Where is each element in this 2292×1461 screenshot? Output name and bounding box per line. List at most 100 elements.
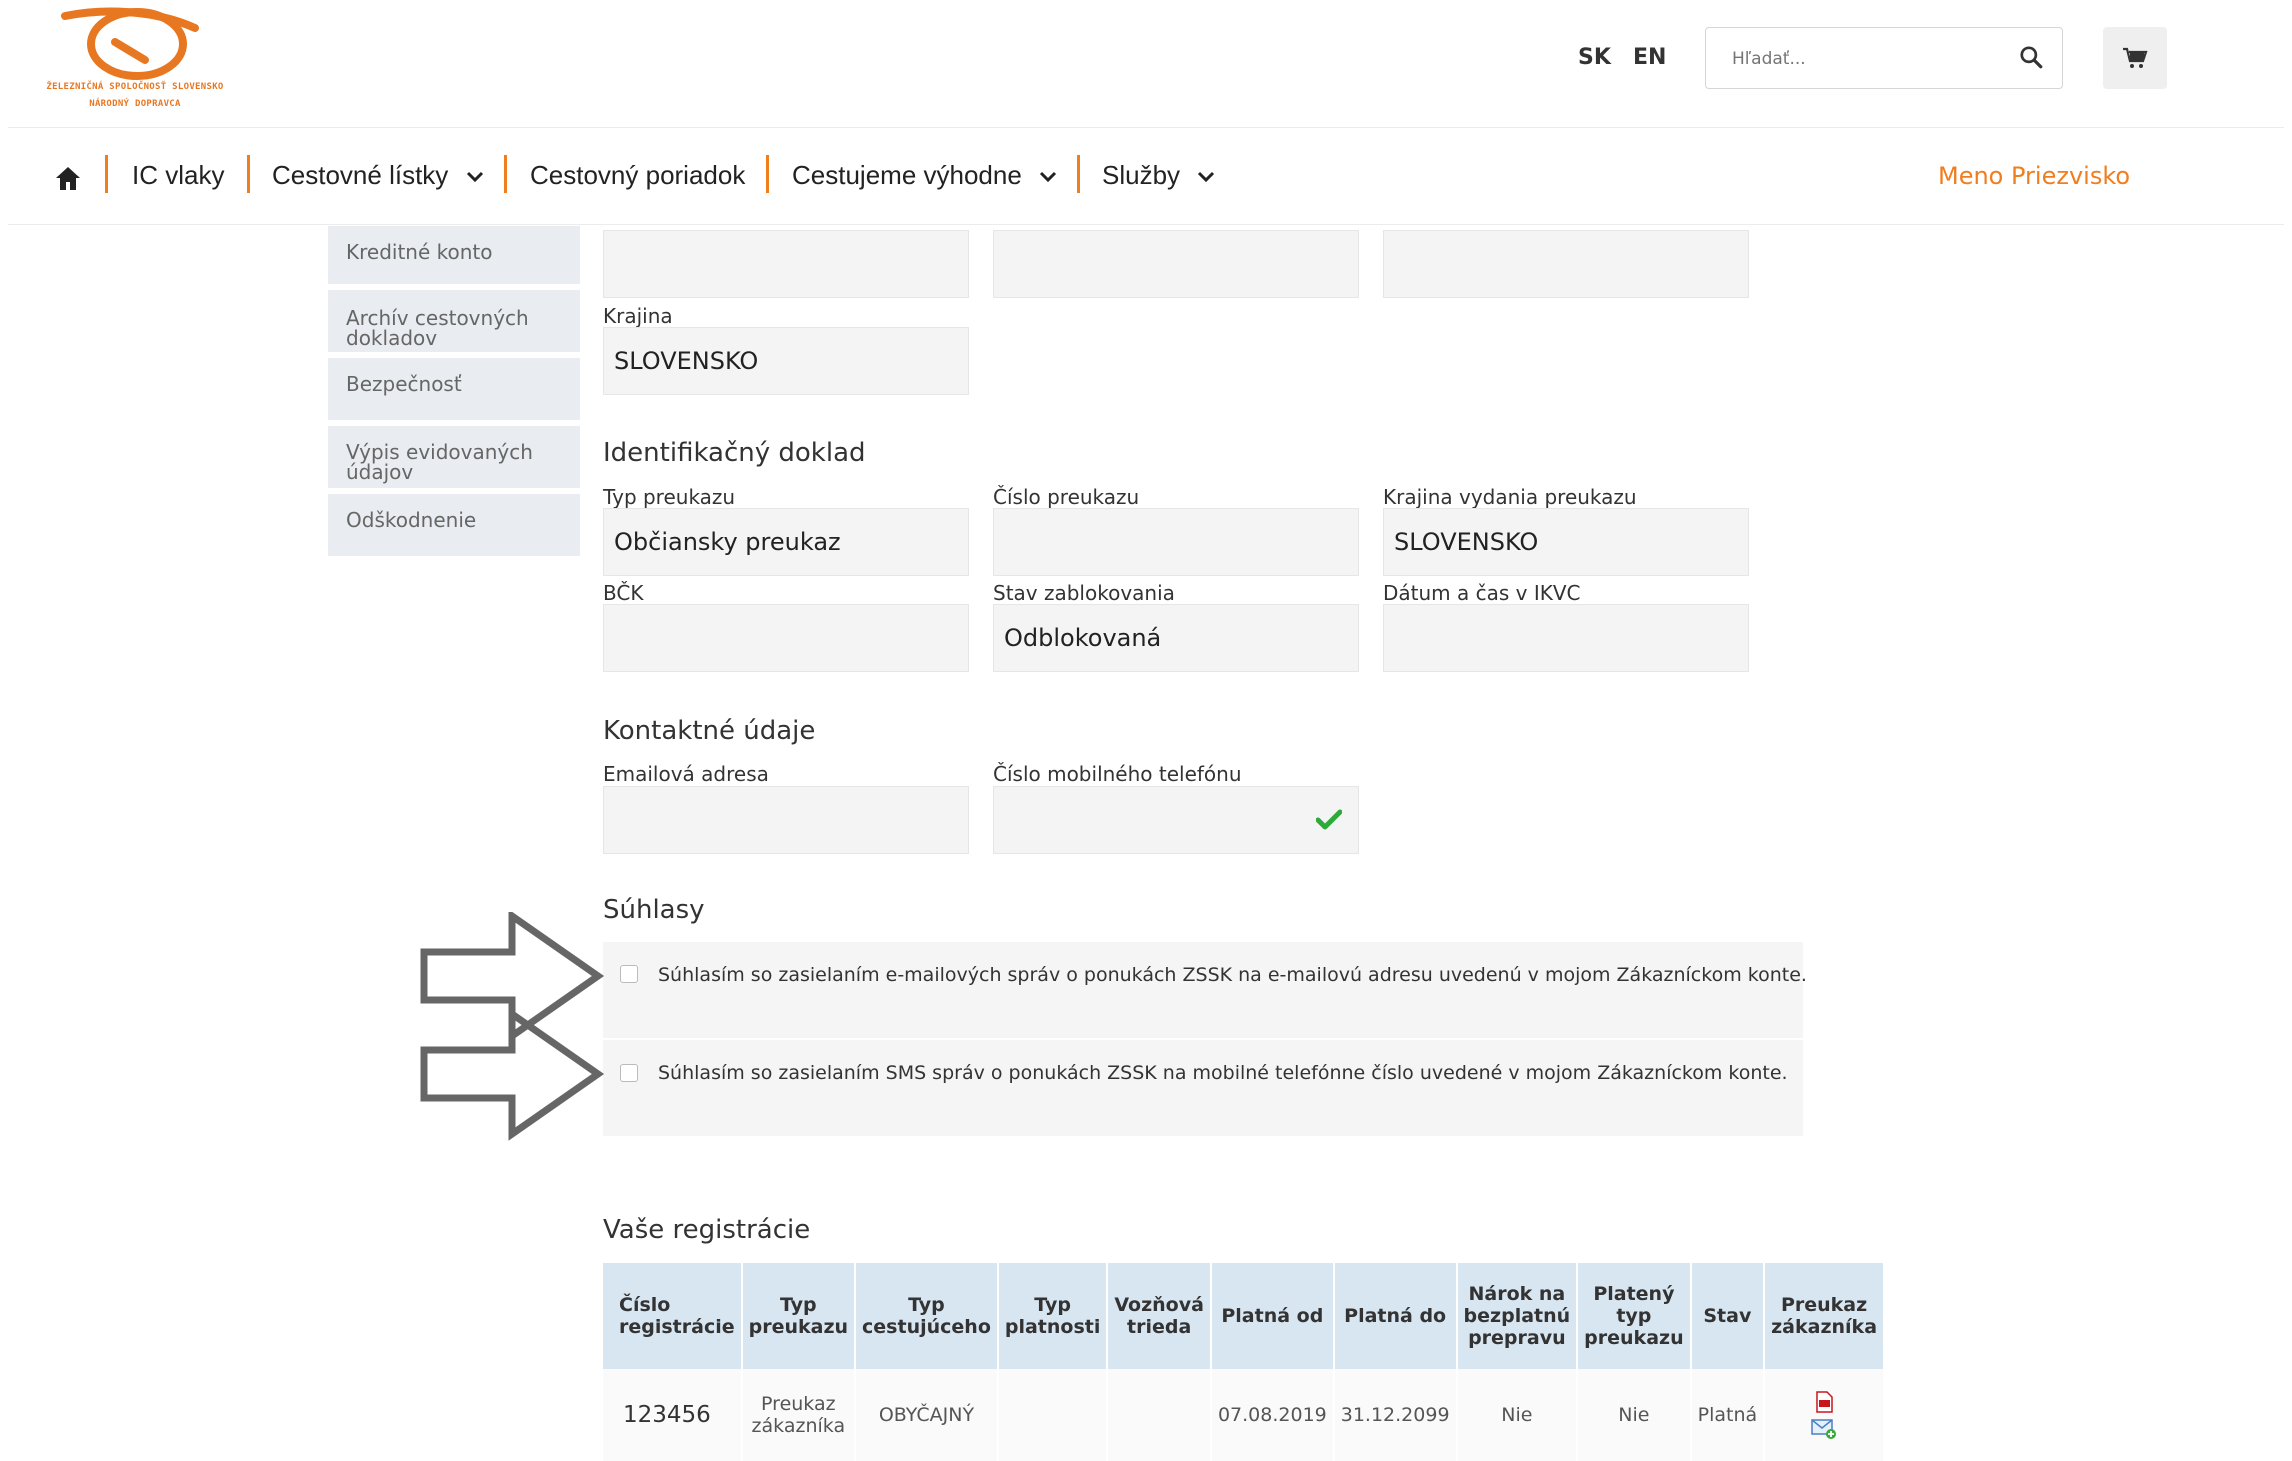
krajina-field[interactable]: SLOVENSKO [603,327,969,395]
krajina-vydania-value: SLOVENSKO [1394,528,1539,556]
typ-preukazu-label: Typ preukazu [603,485,736,509]
cell-cislo: 123456 [603,1369,743,1461]
pdf-icon[interactable] [1812,1390,1836,1414]
sidebar-item-odskodnenie[interactable]: Odškodnenie [328,494,580,556]
col-platna-do: Platná do [1333,1263,1458,1369]
nav-cestujeme-vyhodne[interactable]: Cestujeme výhodne [792,160,1057,191]
email-field[interactable] [603,786,969,854]
id-section-title: Identifikačný doklad [603,438,866,468]
col-trieda: Vozňová trieda [1107,1263,1212,1369]
nav-separator [504,155,507,193]
chevron-down-icon [1039,172,1057,183]
sms-consent-checkbox[interactable] [620,1064,638,1082]
table-row: 123456 Preukaz zákazníka OBYČAJNÝ 07.08.… [603,1369,1886,1461]
bck-label: BČK [603,581,644,605]
nav-cestovny-poriadok[interactable]: Cestovný poriadok [530,160,745,191]
sms-consent-label[interactable]: Súhlasím so zasielaním SMS správ o ponuk… [658,1062,1788,1084]
nav-separator [1077,155,1080,193]
mobil-field[interactable] [993,786,1359,854]
sidebar-item-kreditne-konto[interactable]: Kreditné konto [328,226,580,284]
col-cislo: Číslo registrácie [603,1263,743,1369]
sidebar-item-bezpecnost[interactable]: Bezpečnosť [328,358,580,420]
nav-ic-vlaky[interactable]: IC vlaky [132,160,224,191]
cart-icon [2123,47,2148,68]
col-narok: Nárok na bezplatnú prepravu [1456,1263,1579,1369]
logo-mark [61,7,199,80]
user-name-link[interactable]: Meno Priezvisko [1938,162,2130,190]
address-field-3[interactable] [1383,230,1749,298]
cell-platna-do: 31.12.2099 [1333,1369,1458,1461]
registrations-section-title: Vaše registrácie [603,1215,811,1245]
arrow-right-icon [420,1007,605,1141]
logo-text-line2: NÁRODNÝ DOPRAVCA [89,99,181,109]
nav-sluzby[interactable]: Služby [1102,160,1215,191]
table-header-row: Číslo registrácie Typ preukazu Typ cestu… [603,1263,1886,1369]
col-typ-preukazu: Typ preukazu [741,1263,857,1369]
col-typ-cestujuceho: Typ cestujúceho [855,1263,999,1369]
kontakt-section-title: Kontaktné údaje [603,716,816,746]
cell-typ-platnosti [997,1369,1109,1461]
registrations-table: Číslo registrácie Typ preukazu Typ cestu… [603,1263,1886,1461]
stav-field[interactable]: Odblokovaná [993,604,1359,672]
email-label: Emailová adresa [603,762,769,786]
header-divider [8,127,2284,128]
bck-field[interactable] [603,604,969,672]
nav-divider [8,224,2284,225]
lang-en-link[interactable]: EN [1633,45,1666,70]
cart-button[interactable] [2103,27,2167,89]
typ-preukazu-value: Občiansky preukaz [614,528,841,556]
consent-divider [603,1038,1803,1040]
nav-cestovne-listky[interactable]: Cestovné lístky [272,160,484,191]
chevron-down-icon [466,172,483,183]
col-platna-od: Platná od [1210,1263,1335,1369]
search-icon[interactable] [2018,44,2044,70]
address-field-2[interactable] [993,230,1359,298]
krajina-vydania-label: Krajina vydania preukazu [1383,485,1637,509]
cell-trieda [1107,1369,1212,1461]
nav-cestujeme-vyhodne-label: Cestujeme výhodne [792,160,1022,190]
stav-label: Stav zablokovania [993,581,1175,605]
address-field-1[interactable] [603,230,969,298]
krajina-label: Krajina [603,304,673,328]
stav-value: Odblokovaná [1004,624,1162,652]
cell-typ-cestujuceho: OBYČAJNÝ [855,1369,999,1461]
cell-narok: Nie [1456,1369,1579,1461]
col-plateny: Platený typ preukazu [1577,1263,1692,1369]
col-stav: Stav [1690,1263,1766,1369]
cell-typ-preukazu: Preukaz zákazníka [741,1369,857,1461]
cell-plateny: Nie [1577,1369,1692,1461]
cell-stav: Platná [1690,1369,1766,1461]
consents-panel: Súhlasím so zasielaním e-mailových správ… [603,942,1807,1136]
datum-label: Dátum a čas v IKVC [1383,581,1581,605]
col-preukaz: Preukaz zákazníka [1764,1263,1886,1369]
krajina-vydania-field[interactable]: SLOVENSKO [1383,508,1749,576]
logo-text-line1: ŽELEZNIČNÁ SPOLOČNOSŤ SLOVENSKO [46,82,224,92]
krajina-value: SLOVENSKO [614,347,759,375]
nav-separator [105,155,108,193]
lang-sk-link[interactable]: SK [1578,45,1611,70]
consents-section-title: Súhlasy [603,895,705,925]
email-send-icon[interactable] [1811,1418,1837,1440]
cislo-preukazu-label: Číslo preukazu [993,485,1140,509]
nav-separator [766,155,769,193]
home-icon[interactable] [54,164,82,192]
nav-sluzby-label: Služby [1102,160,1181,190]
sidebar-item-archiv[interactable]: Archív cestovných dokladov [328,290,580,352]
mobil-label: Číslo mobilného telefónu [993,762,1242,786]
typ-preukazu-field[interactable]: Občiansky preukaz [603,508,969,576]
search-input[interactable] [1730,42,1994,76]
sidebar-item-vypis[interactable]: Výpis evidovaných údajov [328,426,580,488]
datum-field[interactable] [1383,604,1749,672]
nav-cestovne-listky-label: Cestovné lístky [272,160,449,190]
check-icon [1316,809,1342,830]
email-consent-checkbox[interactable] [620,965,638,983]
col-typ-platnosti: Typ platnosti [997,1263,1109,1369]
zssk-logo[interactable]: ŽELEZNIČNÁ SPOLOČNOSŤ SLOVENSKO NÁRODNÝ … [45,2,225,114]
email-consent-label[interactable]: Súhlasím so zasielaním e-mailových správ… [658,964,1807,986]
cell-platna-od: 07.08.2019 [1210,1369,1335,1461]
nav-separator [247,155,250,193]
cislo-preukazu-field[interactable] [993,508,1359,576]
annotation-arrows [420,912,605,1141]
chevron-down-icon [1198,172,1215,183]
search-box[interactable] [1705,27,2063,89]
